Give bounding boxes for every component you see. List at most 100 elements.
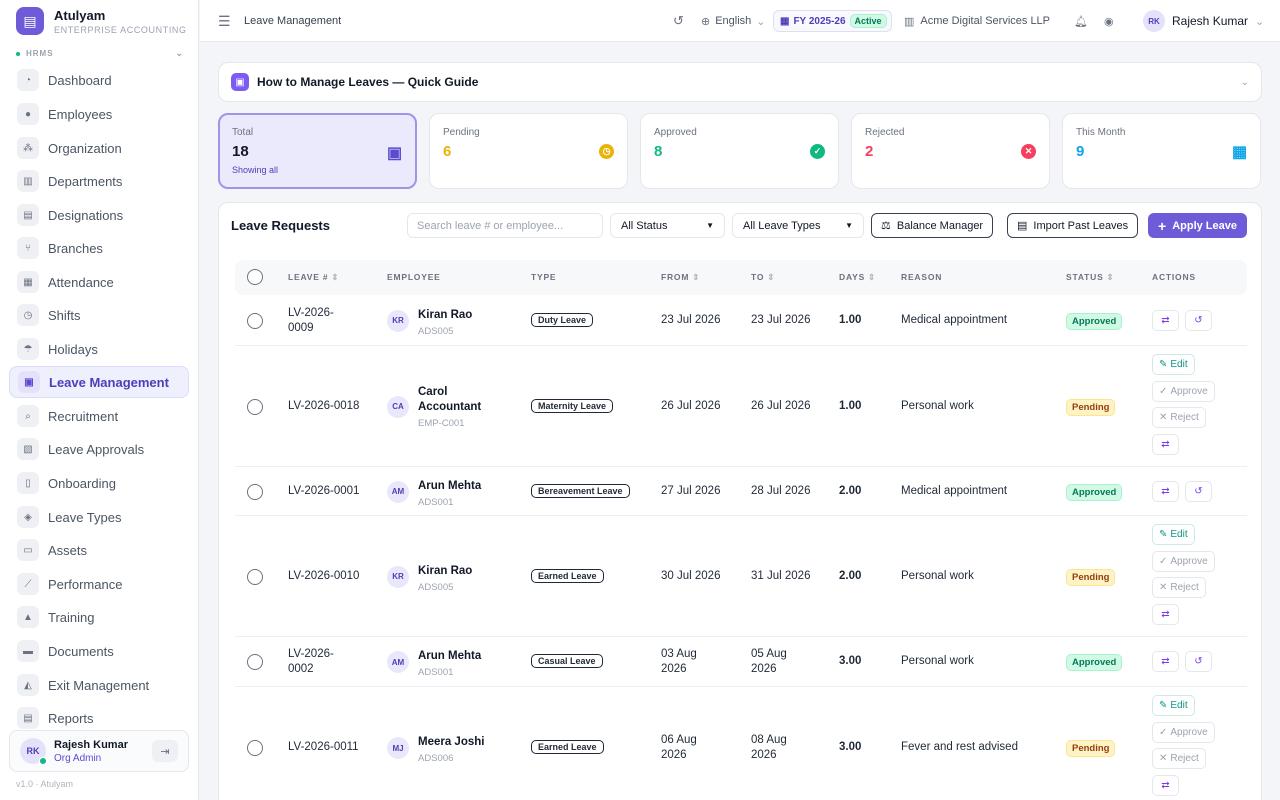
brand[interactable]: ▤ Atulyam ENTERPRISE ACCOUNTING <box>16 7 187 35</box>
sidebar-item-branches[interactable]: ⑂ Branches <box>9 232 189 264</box>
language-selector[interactable]: ⊕ English ⌄ <box>701 0 766 42</box>
sidebar-item-leave-management[interactable]: ▣ Leave Management <box>9 366 189 398</box>
row-checkbox[interactable] <box>247 312 263 329</box>
employee-name[interactable]: Arun Mehta <box>418 479 538 494</box>
employee-name[interactable]: Kiran Rao <box>418 564 538 579</box>
table-row[interactable]: LV-2026-0010 KR Kiran Rao ADS005 Earned Leav… <box>235 516 1247 637</box>
leave-number[interactable]: LV-2026-0002 <box>288 647 348 677</box>
revert-button[interactable]: ↺ <box>1185 309 1212 331</box>
stat-card-rejected[interactable]: Rejected 2 ✕ <box>851 113 1050 189</box>
dashboard-icon: ◔ <box>17 69 39 91</box>
row-checkbox[interactable] <box>247 483 263 500</box>
row-checkbox[interactable] <box>247 568 263 585</box>
stat-card-this-month[interactable]: This Month 9 ▦ <box>1062 113 1261 189</box>
calendar-icon: ▣ <box>18 371 40 393</box>
stat-card-pending[interactable]: Pending 6 ◷ <box>429 113 628 189</box>
fiscal-year-selector[interactable]: ▦ FY 2025-26 Active <box>773 0 892 42</box>
sidebar-item-attendance[interactable]: ▦ Attendance <box>9 266 189 298</box>
approve-button[interactable]: ✓ Approve <box>1152 551 1215 572</box>
nav-section-hrms[interactable]: HRMS ⌄ <box>16 48 184 59</box>
row-checkbox[interactable] <box>247 740 263 756</box>
sidebar-item-shifts[interactable]: ◷ Shifts <box>9 299 189 331</box>
stat-card-total[interactable]: Total 18 Showing all ▣ <box>218 113 417 189</box>
approve-button[interactable]: ✓ Approve <box>1152 722 1215 743</box>
leave-number[interactable]: LV-2026-0009 <box>288 306 348 336</box>
sidebar-item-employees[interactable]: ● Employees <box>9 98 189 130</box>
leave-type-filter[interactable]: All Leave Types ▼ <box>732 213 864 238</box>
transfer-button[interactable]: ⇄ <box>1152 604 1179 625</box>
sidebar-item-dashboard[interactable]: ◔ Dashboard <box>9 64 189 96</box>
company-selector[interactable]: ▥ Acme Digital Services LLP <box>904 0 1050 42</box>
table-row[interactable]: LV-2026-0001 AM Arun Mehta ADS001 Bereavemen… <box>235 467 1247 516</box>
status-filter[interactable]: All Status ▼ <box>610 213 725 238</box>
leave-number[interactable]: LV-2026-0018 <box>288 399 378 414</box>
leave-number[interactable]: LV-2026-0011 <box>288 740 378 755</box>
column-header-employee: EMPLOYEE <box>387 272 441 282</box>
table-row[interactable]: LV-2026-0018 CA Carol Accountant EMP-C001 Ma… <box>235 346 1247 467</box>
import-past-leaves-button[interactable]: ▤ Import Past Leaves <box>1007 213 1139 238</box>
employee-name[interactable]: Kiran Rao <box>418 308 538 323</box>
table-row[interactable]: LV-2026-0009 KR Kiran Rao ADS005 Duty Leave 2… <box>235 295 1247 346</box>
edit-button[interactable]: ✎ Edit <box>1152 695 1195 716</box>
column-header-status[interactable]: STATUS ⇕ <box>1066 272 1114 283</box>
reason: Personal work <box>901 655 974 667</box>
history-icon[interactable]: ↺ <box>673 0 684 42</box>
bell-icon[interactable]: 🔔︎ <box>1074 0 1088 42</box>
column-header-days[interactable]: DAYS ⇕ <box>839 272 876 283</box>
sidebar-item-documents[interactable]: ▬ Documents <box>9 635 189 667</box>
column-header-to[interactable]: TO ⇕ <box>751 272 775 283</box>
sidebar-item-departments[interactable]: ▥ Departments <box>9 165 189 197</box>
sidebar-item-onboarding[interactable]: ▯ Onboarding <box>9 467 189 499</box>
search-input[interactable]: Search leave # or employee... <box>407 213 603 238</box>
user-card[interactable]: RK Rajesh Kumar Org Admin ⇥ <box>9 730 189 772</box>
sidebar-item-exit-management[interactable]: ◭ Exit Management <box>9 669 189 701</box>
edit-button[interactable]: ✎ Edit <box>1152 524 1195 545</box>
sidebar-item-leave-types[interactable]: ◈ Leave Types <box>9 501 189 533</box>
apply-leave-button[interactable]: + Apply Leave <box>1148 213 1247 238</box>
sidebar-item-organization[interactable]: ⁂ Organization <box>9 132 189 164</box>
eye-icon[interactable]: ◉ <box>1104 0 1114 42</box>
leave-number[interactable]: LV-2026-0001 <box>288 484 378 499</box>
reject-button[interactable]: ✕ Reject <box>1152 407 1206 428</box>
edit-button[interactable]: ✎ Edit <box>1152 354 1195 375</box>
transfer-button[interactable]: ⇄ <box>1152 480 1179 502</box>
user-menu[interactable]: RK Rajesh Kumar ⌄ <box>1143 0 1264 42</box>
balance-manager-button[interactable]: ⚖ Balance Manager <box>871 213 994 238</box>
revert-button[interactable]: ↺ <box>1185 651 1212 672</box>
section-label: HRMS <box>26 49 54 58</box>
reject-button[interactable]: ✕ Reject <box>1152 577 1206 598</box>
revert-button[interactable]: ↺ <box>1185 480 1212 502</box>
leave-number[interactable]: LV-2026-0010 <box>288 569 378 584</box>
transfer-button[interactable]: ⇄ <box>1152 434 1179 455</box>
select-all-checkbox[interactable] <box>247 269 263 285</box>
sidebar-item-recruitment[interactable]: ⌕ Recruitment <box>9 400 189 432</box>
logout-icon[interactable]: ⇥ <box>152 740 178 762</box>
transfer-button[interactable]: ⇄ <box>1152 651 1179 672</box>
employee-name[interactable]: Carol Accountant <box>418 385 488 415</box>
pencil-icon: ✎ <box>1159 529 1168 540</box>
table-row[interactable]: LV-2026-0002 AM Arun Mehta ADS001 Casual Lea… <box>235 637 1247 687</box>
stat-card-approved[interactable]: Approved 8 ✓ <box>640 113 839 189</box>
menu-toggle-icon[interactable]: ☰ <box>218 0 231 42</box>
employee-name[interactable]: Meera Joshi <box>418 735 538 750</box>
sidebar-item-training[interactable]: ▲ Training <box>9 601 189 633</box>
transfer-button[interactable]: ⇄ <box>1152 309 1179 331</box>
quick-guide-accordion[interactable]: ▣ How to Manage Leaves — Quick Guide ⌄ <box>218 62 1262 102</box>
sidebar-item-performance[interactable]: ⟋ Performance <box>9 568 189 600</box>
employee-name[interactable]: Arun Mehta <box>418 649 538 664</box>
transfer-button[interactable]: ⇄ <box>1152 775 1179 796</box>
chevron-down-icon: ⌄ <box>756 15 766 28</box>
sidebar-item-designations[interactable]: ▤ Designations <box>9 199 189 231</box>
column-header-from[interactable]: FROM ⇕ <box>661 272 700 283</box>
sidebar-item-holidays[interactable]: ☂ Holidays <box>9 333 189 365</box>
sidebar-item-label: Exit Management <box>48 677 150 693</box>
row-checkbox[interactable] <box>247 398 263 415</box>
approve-button[interactable]: ✓ Approve <box>1152 381 1215 402</box>
table-row[interactable]: LV-2026-0011 MJ Meera Joshi ADS006 Earned Le… <box>235 687 1247 800</box>
row-checkbox[interactable] <box>247 654 263 670</box>
sidebar-item-leave-approvals[interactable]: ▧ Leave Approvals <box>9 433 189 465</box>
reject-button[interactable]: ✕ Reject <box>1152 748 1206 769</box>
file-import-icon: ▤ <box>1017 220 1028 232</box>
column-header-leave-no[interactable]: LEAVE # ⇕ <box>288 272 339 283</box>
sidebar-item-assets[interactable]: ▭ Assets <box>9 534 189 566</box>
